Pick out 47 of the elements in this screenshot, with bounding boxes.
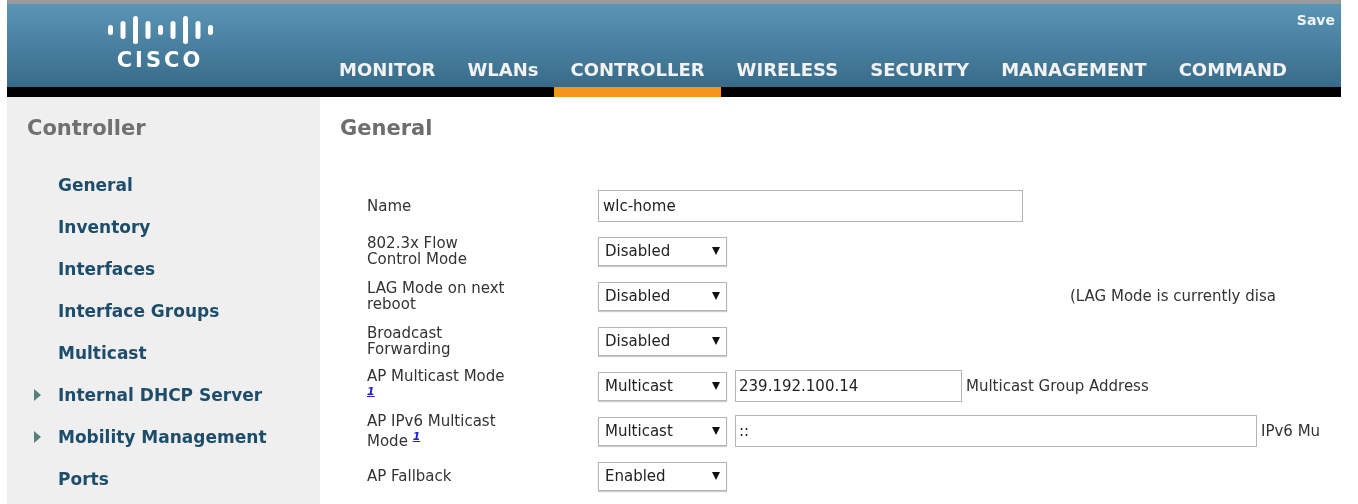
dropdown[interactable]: Enabled [598,461,727,491]
dropdown[interactable]: Multicast [598,371,727,401]
status-note: (LAG Mode is currently disa [1070,287,1276,305]
field-caption: IPv6 Mu [1261,422,1321,440]
dropdown[interactable]: Disabled [598,236,727,266]
menu-tab[interactable]: WLANs [451,57,555,97]
caret-icon [712,247,720,255]
menu-tab[interactable]: SECURITY [854,57,986,97]
caret-icon [712,382,720,390]
sidebar-title: Controller [27,116,147,142]
sidebar-item[interactable]: Inventory [58,217,151,237]
menu-tab[interactable]: MONITOR [323,57,452,97]
menu-tab[interactable]: MANAGEMENT [985,57,1163,97]
sidebar-item[interactable]: Internal DHCP Server [58,385,263,405]
caret-icon [712,472,720,480]
logo-text: CISCO [116,48,204,72]
field-label: Broadcast Forwarding [367,325,452,357]
field-label: AP IPv6 Multicast Mode $^{1}$ [367,413,497,449]
sidebar-item[interactable]: Ports [58,469,109,489]
dropdown[interactable]: Multicast [598,416,727,446]
caret-icon [712,337,720,345]
sidebar-item[interactable]: Interfaces [58,259,156,279]
name-field[interactable]: wlc-home [598,190,1023,222]
sidebar-item[interactable]: Mobility Management [58,427,267,447]
field-label: 802.3x Flow Control Mode [367,235,468,267]
menu-tab[interactable]: WIRELESS [720,57,855,97]
field-caption: Multicast Group Address [966,377,1149,395]
caret-icon [712,292,720,300]
footnote-link[interactable]: 1 [412,430,421,443]
footnote-link[interactable]: 1 [367,385,375,398]
expand-arrow-icon[interactable] [34,389,41,401]
expand-arrow-icon[interactable] [34,431,41,443]
sidebar-item[interactable]: General [58,175,133,195]
field-label: AP Fallback [367,468,453,484]
field-label: Name [367,198,413,214]
sidebar-item[interactable]: Interface Groups [58,301,220,321]
page-title: General [340,116,434,142]
logo-bars-icon [105,14,215,46]
dropdown[interactable]: Disabled [598,281,727,311]
address-field[interactable]: :: [735,415,1257,447]
field-label: LAG Mode on next reboot [367,280,506,312]
sidebar-item[interactable]: Multicast [58,343,147,363]
dropdown[interactable]: Disabled [598,326,727,356]
address-field[interactable]: 239.192.100.14 [735,370,962,402]
caret-icon [712,427,720,435]
menu-tab[interactable]: COMMAND [1162,57,1303,97]
menu-tab[interactable]: CONTROLLER [554,57,721,97]
